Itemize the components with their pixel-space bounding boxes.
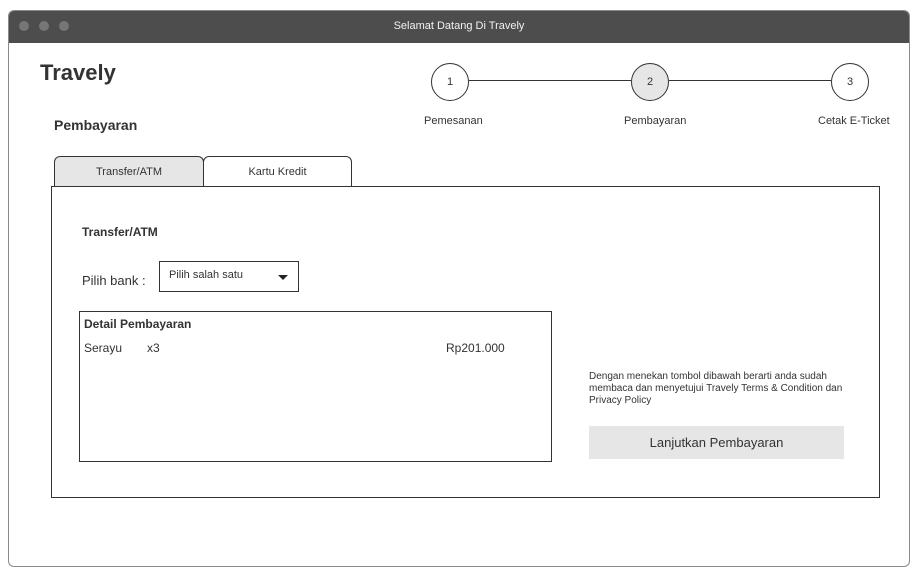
bank-label: Pilih bank : (82, 273, 146, 288)
bank-select[interactable]: Pilih salah satu (159, 261, 299, 292)
title-bar: Selamat Datang Di Travely (9, 11, 909, 43)
item-name: Serayu (84, 341, 123, 355)
stepper-connector-1-2 (469, 80, 631, 81)
step-3-circle: 3 (831, 63, 869, 101)
step-2-circle: 2 (631, 63, 669, 101)
window-title: Selamat Datang Di Travely (393, 20, 525, 32)
step-3-label: Cetak E-Ticket (818, 115, 890, 127)
item-price: Rp201.000 (446, 341, 505, 355)
continue-payment-button[interactable]: Lanjutkan Pembayaran (589, 426, 844, 459)
detail-title: Detail Pembayaran (84, 317, 192, 331)
caret-down-icon (278, 275, 288, 280)
payment-detail-box: Detail Pembayaran Serayu x3 Rp201.000 (79, 311, 552, 462)
section-title: Transfer/ATM (82, 225, 158, 239)
payment-panel: Transfer/ATM Pilih bank : Pilih salah sa… (51, 186, 880, 498)
stepper-connector-2-3 (669, 80, 831, 81)
app-logo: Travely (40, 60, 116, 85)
step-1-label: Pemesanan (424, 115, 483, 127)
item-quantity: x3 (147, 341, 160, 355)
step-2-label: Pembayaran (624, 115, 687, 127)
tab-kartu-kredit[interactable]: Kartu Kredit (203, 156, 352, 186)
step-1-circle: 1 (431, 63, 469, 101)
app-window: Selamat Datang Di Travely Travely Pembay… (8, 10, 910, 567)
page-title: Pembayaran (54, 117, 138, 133)
terms-text: Dengan menekan tombol dibawah berarti an… (589, 371, 843, 406)
tab-transfer-atm[interactable]: Transfer/ATM (54, 156, 204, 186)
bank-select-value: Pilih salah satu (169, 269, 243, 281)
